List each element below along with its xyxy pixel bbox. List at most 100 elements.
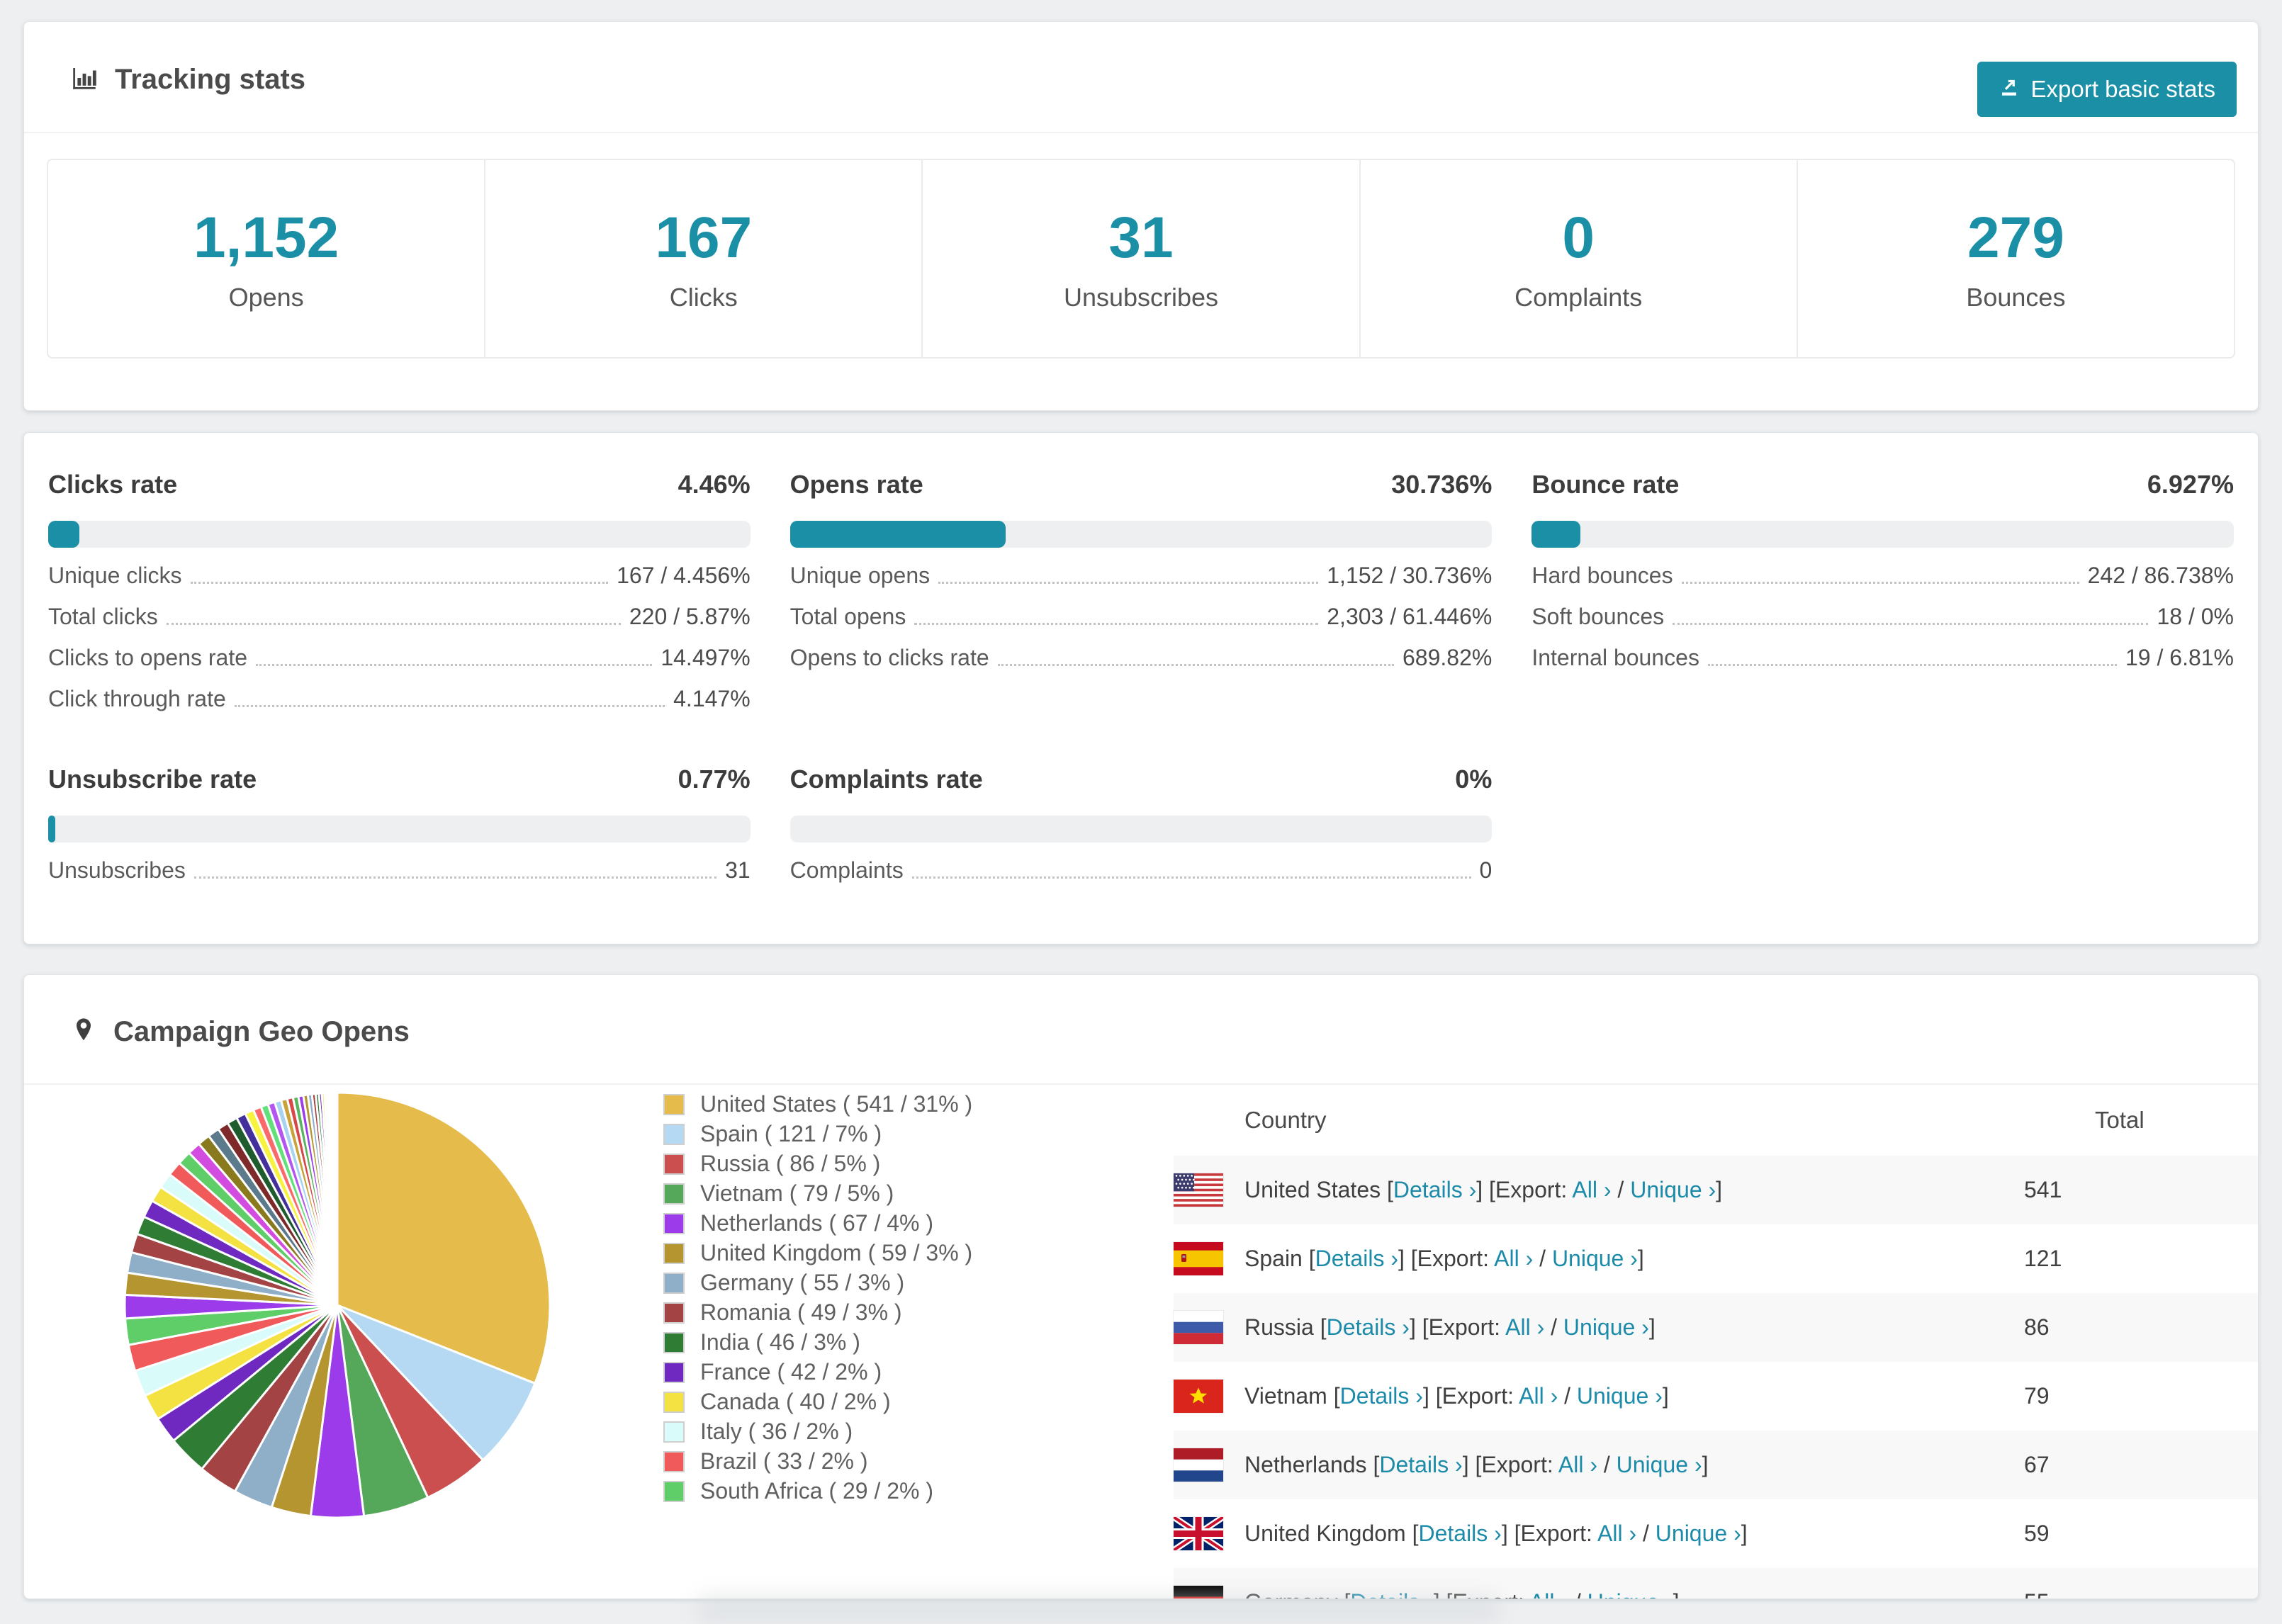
legend-label: Vietnam ( 79 / 5% ) — [700, 1180, 894, 1206]
details-link[interactable]: Details › — [1340, 1383, 1423, 1409]
legend-label: South Africa ( 29 / 2% ) — [700, 1478, 934, 1504]
legend-item: Netherlands ( 67 / 4% ) — [663, 1210, 972, 1236]
total-cell: 59 — [2024, 1521, 2050, 1546]
dotted-leader — [1673, 623, 2149, 625]
legend-label: Italy ( 36 / 2% ) — [700, 1419, 853, 1444]
rate-rows: Complaints 0 — [790, 857, 1493, 884]
legend-item: Germany ( 55 / 3% ) — [663, 1270, 972, 1295]
details-link[interactable]: Details › — [1393, 1177, 1476, 1202]
rate-row: Hard bounces 242 / 86.738% — [1531, 563, 2234, 589]
rate-rows: Unique clicks 167 / 4.456% Total clicks 220… — [48, 563, 751, 712]
rate-progress-fill — [48, 816, 55, 842]
legend-swatch — [663, 1391, 685, 1413]
country-column-header: Country — [1244, 1107, 1327, 1133]
rates-grid: Clicks rate 4.46% Unique clicks 167 / 4.456… — [24, 433, 2258, 920]
export-unique-link[interactable]: Unique › — [1577, 1383, 1663, 1409]
export-all-link[interactable]: All › — [1519, 1383, 1558, 1409]
export-all-link[interactable]: All › — [1572, 1177, 1611, 1202]
table-row: Spain [Details ›] [Export: All › / Uniqu… — [1174, 1224, 2258, 1293]
total-cell: 67 — [2024, 1452, 2050, 1477]
ru-flag-icon — [1174, 1311, 1223, 1344]
stat-value: 0 — [1562, 205, 1595, 270]
rate-row: Opens to clicks rate 689.82% — [789, 645, 1493, 671]
rate-row-label: Opens to clicks rate — [789, 645, 989, 670]
geo-table-header: Country Total — [1174, 1085, 2258, 1156]
campaign-geo-opens-card: Campaign Geo Opens United States ( 541 /… — [23, 974, 2259, 1599]
export-basic-stats-button[interactable]: Export basic stats — [1977, 62, 2237, 117]
dotted-leader — [1681, 582, 2079, 584]
rate-row-value: 18 / 0% — [2157, 604, 2234, 629]
rate-row: Clicks to opens rate 14.497% — [48, 645, 751, 671]
details-link[interactable]: Details › — [1379, 1452, 1462, 1477]
slash-text: / — [1568, 1589, 1587, 1598]
geo-card-header: Campaign Geo Opens — [24, 975, 2258, 1048]
rate-rows: Unsubscribes 31 — [48, 857, 751, 884]
legend-item: Canada ( 40 / 2% ) — [663, 1389, 972, 1414]
export-unique-link[interactable]: Unique › — [1552, 1246, 1638, 1271]
export-all-link[interactable]: All › — [1529, 1589, 1568, 1598]
details-link[interactable]: Details › — [1418, 1521, 1501, 1546]
legend-item: South Africa ( 29 / 2% ) — [663, 1478, 972, 1504]
bracket-text: ] [Export: — [1462, 1452, 1558, 1477]
rate-row-value: 167 / 4.456% — [617, 563, 751, 588]
dotted-leader — [256, 664, 653, 666]
rate-progress-fill — [48, 521, 80, 548]
details-link[interactable]: Details › — [1315, 1246, 1398, 1271]
bracket-text: ] — [1673, 1589, 1680, 1598]
bracket-text: ] — [1648, 1314, 1656, 1340]
bracket-text: ] — [1716, 1177, 1723, 1202]
export-unique-link[interactable]: Unique › — [1587, 1589, 1673, 1598]
rate-row: Total clicks 220 / 5.87% — [48, 604, 751, 630]
rate-row: Click through rate 4.147% — [48, 686, 751, 712]
rate-row: Total opens 2,303 / 61.446% — [789, 604, 1493, 630]
dotted-leader — [166, 623, 621, 625]
table-row: Germany [Details ›] [Export: All › / Uni… — [1174, 1568, 2258, 1598]
legend-item: France ( 42 / 2% ) — [663, 1359, 972, 1385]
rate-value: 30.736% — [1391, 470, 1493, 499]
rate-row: Complaints 0 — [790, 857, 1493, 884]
legend-swatch — [663, 1093, 685, 1115]
details-link[interactable]: Details › — [1327, 1314, 1410, 1340]
export-button-label: Export basic stats — [2030, 76, 2215, 102]
export-all-link[interactable]: All › — [1494, 1246, 1533, 1271]
rate-value: 0.77% — [678, 765, 751, 794]
tracking-card-title: Tracking stats — [115, 64, 306, 95]
total-cell: 541 — [2024, 1177, 2062, 1202]
export-all-link[interactable]: All › — [1558, 1452, 1597, 1477]
bracket-text: ] — [1741, 1521, 1748, 1546]
rate-row-label: Total opens — [789, 604, 906, 629]
stat-value: 167 — [655, 205, 753, 270]
legend-item: Vietnam ( 79 / 5% ) — [663, 1180, 972, 1206]
stat-box-opens: 1,152 Opens — [48, 160, 486, 357]
bracket-text: ] — [1637, 1246, 1644, 1271]
stat-box-unsubscribes: 31 Unsubscribes — [923, 160, 1361, 357]
rate-row-value: 14.497% — [661, 645, 751, 670]
gb-flag-icon — [1174, 1517, 1223, 1550]
total-cell: 79 — [2024, 1383, 2050, 1409]
legend-swatch — [663, 1480, 685, 1502]
country-cell: United Kingdom [Details ›] [Export: All … — [1244, 1521, 2024, 1547]
rate-title-row: Complaints rate 0% — [790, 765, 1493, 794]
stat-box-clicks: 167 Clicks — [485, 160, 923, 357]
rate-row-label: Soft bounces — [1531, 604, 1665, 629]
export-unique-link[interactable]: Unique › — [1563, 1314, 1649, 1340]
export-unique-link[interactable]: Unique › — [1630, 1177, 1716, 1202]
legend-item: Spain ( 121 / 7% ) — [663, 1121, 972, 1146]
country-cell: Netherlands [Details ›] [Export: All › /… — [1244, 1452, 2024, 1478]
stats-row: 1,152 Opens 167 Clicks 31 Unsubscribes 0 Compla… — [47, 159, 2235, 359]
legend-swatch — [663, 1331, 685, 1353]
country-cell: United States [Details ›] [Export: All ›… — [1244, 1177, 2024, 1203]
rate-row-label: Internal bounces — [1531, 645, 1699, 670]
dotted-leader — [193, 876, 717, 879]
bar-chart-icon — [69, 63, 99, 96]
legend-item: United Kingdom ( 59 / 3% ) — [663, 1240, 972, 1265]
export-all-link[interactable]: All › — [1505, 1314, 1544, 1340]
export-unique-link[interactable]: Unique › — [1617, 1452, 1702, 1477]
table-row: United States [Details ›] [Export: All ›… — [1174, 1156, 2258, 1224]
page: { "page": { "background": "#edeff1", "ac… — [0, 0, 2282, 1624]
export-unique-link[interactable]: Unique › — [1656, 1521, 1741, 1546]
legend-label: Canada ( 40 / 2% ) — [700, 1389, 891, 1414]
export-all-link[interactable]: All › — [1597, 1521, 1636, 1546]
dotted-leader — [234, 705, 665, 707]
stat-label: Opens — [228, 283, 304, 312]
